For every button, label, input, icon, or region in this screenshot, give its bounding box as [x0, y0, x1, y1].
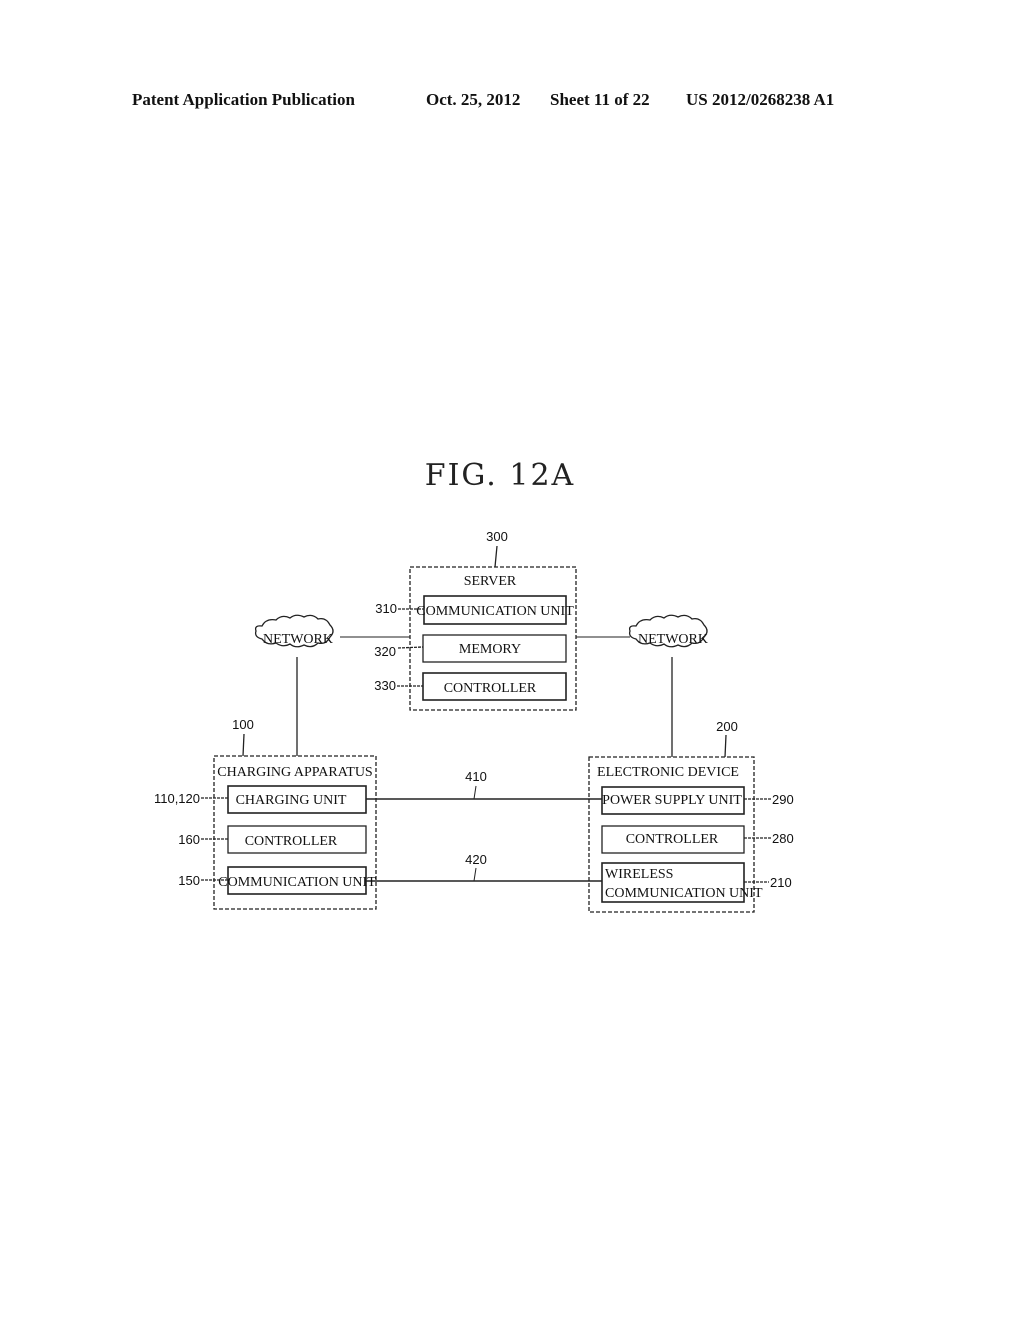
- ref-160: 160: [178, 832, 200, 847]
- device-controller-label: CONTROLLER: [626, 832, 719, 847]
- wireless-label-line2: COMMUNICATION UNIT: [605, 886, 763, 901]
- block-diagram: 300 SERVER COMMUNICATION UNIT MEMORY CON…: [154, 529, 794, 913]
- leader-420: [473, 867, 477, 882]
- server-memory-label: MEMORY: [459, 642, 521, 657]
- charging-unit-label: CHARGING UNIT: [236, 793, 347, 808]
- server-ref: 300: [486, 529, 508, 544]
- electronic-device-ref: 200: [716, 719, 738, 734]
- charging-apparatus-title: CHARGING APPARATUS: [217, 765, 372, 780]
- ref-310: 310: [375, 601, 397, 616]
- ref-320: 320: [374, 644, 396, 659]
- ref-280: 280: [772, 831, 794, 846]
- server-communication-unit-label: COMMUNICATION UNIT: [416, 604, 574, 619]
- ref-410: 410: [465, 769, 487, 784]
- network-right-label: NETWORK: [638, 632, 708, 647]
- network-left-label: NETWORK: [263, 632, 333, 647]
- charging-ref-leader: [242, 733, 245, 757]
- ref-110-120: 110,120: [154, 791, 200, 806]
- power-supply-unit-label: POWER SUPPLY UNIT: [602, 793, 742, 808]
- server-title: SERVER: [464, 574, 517, 589]
- ref-330: 330: [374, 678, 396, 693]
- charging-communication-unit-label: COMMUNICATION UNIT: [218, 875, 376, 890]
- leader-410: [473, 785, 477, 800]
- server-controller-label: CONTROLLER: [444, 681, 537, 696]
- electronic-device-title: ELECTRONIC DEVICE: [597, 765, 739, 780]
- ref-290: 290: [772, 792, 794, 807]
- charging-controller-label: CONTROLLER: [245, 834, 338, 849]
- ref-210: 210: [770, 875, 792, 890]
- leader-320: [397, 646, 424, 649]
- server-ref-leader: [494, 545, 498, 568]
- device-ref-leader: [724, 734, 727, 758]
- wireless-label-line1: WIRELESS: [605, 867, 673, 882]
- ref-420: 420: [465, 852, 487, 867]
- charging-apparatus-ref: 100: [232, 717, 254, 732]
- ref-150: 150: [178, 873, 200, 888]
